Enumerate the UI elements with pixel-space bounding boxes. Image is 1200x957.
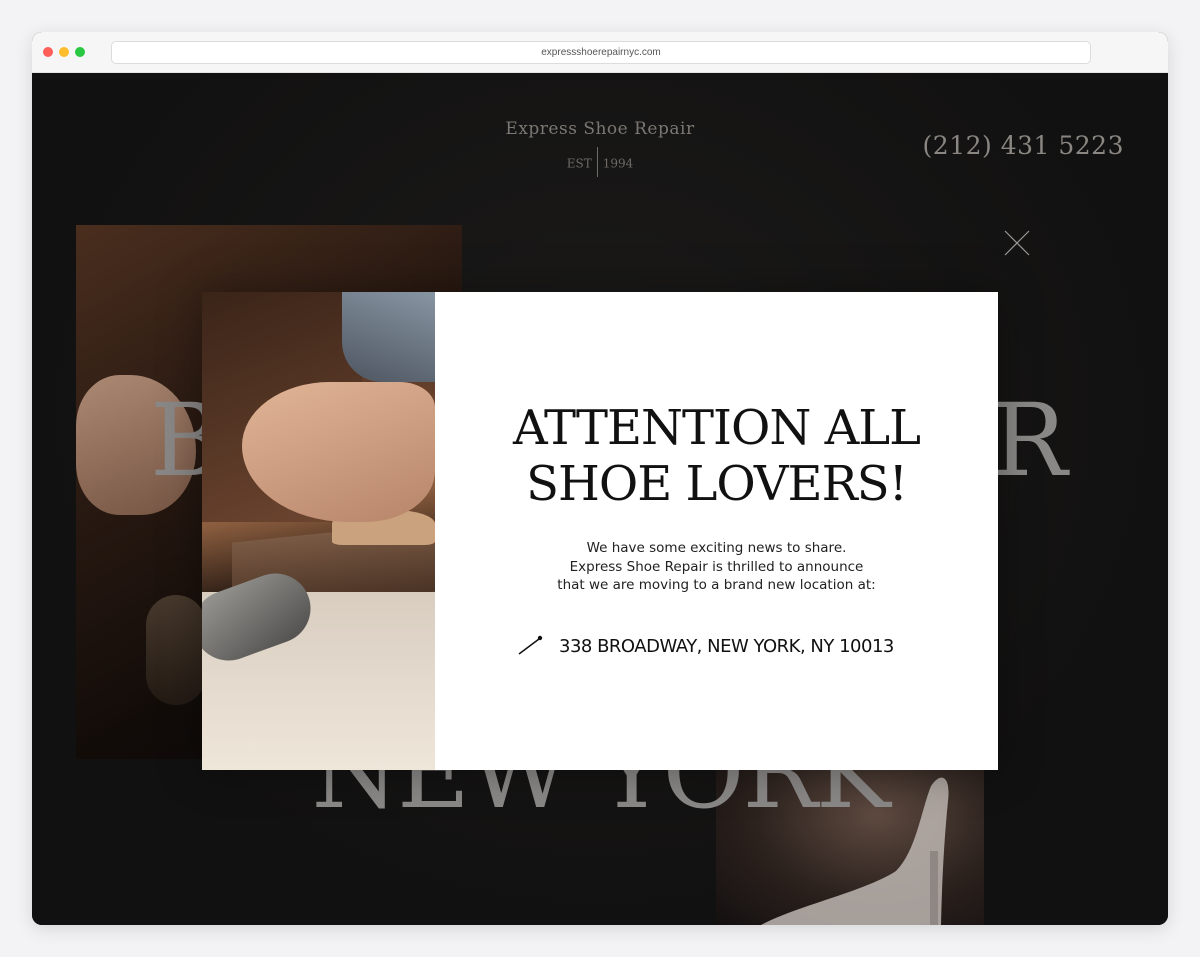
close-window-button[interactable] [43, 47, 53, 57]
modal-text-line2: Express Shoe Repair is thrilled to annou… [569, 558, 864, 575]
browser-chrome: expressshoerepairnyc.com [32, 32, 1168, 73]
modal-title: ATTENTION ALL SHOE LOVERS! [435, 400, 998, 512]
modal-text-line3: that we are moving to a brand new locati… [557, 577, 876, 593]
address-bar[interactable]: expressshoerepairnyc.com [111, 41, 1091, 64]
modal-announcement-text: We have some exciting news to share. Exp… [435, 539, 998, 595]
modal-photo-craftsman [202, 292, 435, 770]
est-label: EST [566, 156, 592, 171]
maximize-window-button[interactable] [75, 47, 85, 57]
announcement-modal: ATTENTION ALL SHOE LOVERS! We have some … [202, 292, 998, 770]
phone-number-link[interactable]: (212) 431 5223 [923, 131, 1124, 160]
close-icon[interactable] [1002, 228, 1032, 258]
est-year: 1994 [602, 156, 634, 171]
browser-window: expressshoerepairnyc.com B R NEW YORK Ex… [32, 32, 1168, 925]
modal-title-line1: ATTENTION ALL [513, 400, 921, 456]
address-text: 338 BROADWAY, NEW YORK, NY 10013 [559, 635, 894, 657]
website-viewport: B R NEW YORK Express Shoe Repair EST 1994… [32, 73, 1168, 925]
est-divider [596, 147, 598, 177]
modal-title-line2: SHOE LOVERS! [526, 456, 908, 512]
tool-shape [146, 595, 206, 705]
hero-word-right: R [992, 382, 1067, 499]
modal-text-line1: We have some exciting news to share. [586, 540, 847, 556]
pin-icon [518, 635, 543, 655]
sleeve-shape [342, 292, 435, 382]
new-address[interactable]: 338 BROADWAY, NEW YORK, NY 10013 [517, 633, 894, 659]
minimize-window-button[interactable] [59, 47, 69, 57]
